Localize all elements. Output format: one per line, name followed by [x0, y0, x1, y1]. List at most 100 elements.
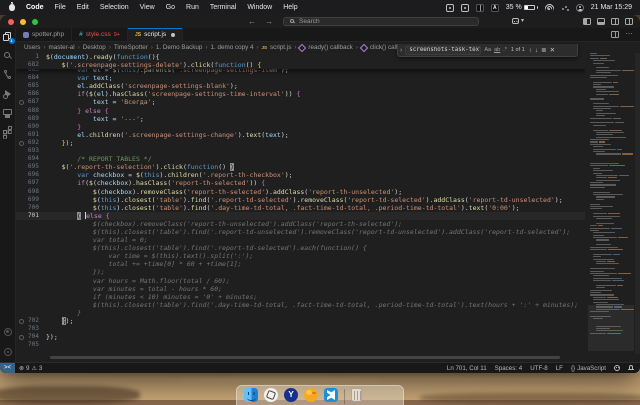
code-line[interactable]: var hours = Math.floor(total / 60); — [16, 277, 585, 285]
code-line[interactable]: 704}); — [16, 333, 585, 341]
menu-item-help[interactable]: Help — [283, 4, 297, 11]
close-window-button[interactable] — [8, 19, 14, 25]
cursor-position[interactable]: Ln 701, Col 11 — [443, 365, 491, 372]
code-line[interactable]: 697if($(checkbox).hasClass('report-th-se… — [16, 179, 585, 187]
code-line[interactable]: total += +time[0] * 60 + +time[1]; — [16, 260, 585, 268]
find-in-selection-button[interactable]: ≣ — [541, 45, 546, 56]
breadcrumb-item[interactable]: TimeSpotter — [114, 44, 148, 51]
code-line[interactable]: 692}); — [16, 139, 585, 147]
language-mode[interactable]: {} JavaScript — [567, 365, 610, 372]
code-line[interactable]: 701} else { — [16, 212, 585, 220]
maximize-window-button[interactable] — [32, 19, 38, 25]
code-line[interactable]: 688} else { — [16, 107, 585, 115]
code-line[interactable]: 684var text; — [16, 74, 585, 82]
split-editor-button[interactable] — [611, 31, 619, 38]
expand-replace-chevron[interactable]: › — [400, 45, 402, 56]
menu-item-view[interactable]: View — [140, 4, 155, 11]
remote-indicator[interactable]: >< — [0, 363, 15, 373]
breadcrumb-item[interactable]: Desktop — [83, 44, 106, 51]
breadcrumb-item[interactable]: 1. Demo Backup — [156, 44, 203, 51]
settings-gear-icon[interactable] — [3, 347, 13, 357]
code-line[interactable]: 705 — [16, 341, 585, 349]
code-line[interactable]: $(this).closest('table').find('.report-t… — [16, 244, 585, 252]
code-line[interactable]: 685el.addClass('screenpage-settings-blan… — [16, 82, 585, 90]
breadcrumb-item[interactable]: master-al — [48, 44, 74, 51]
app-menu-code[interactable]: Code — [26, 4, 44, 11]
code-line[interactable]: 689text = '---'; — [16, 115, 585, 123]
regex-toggle[interactable]: .* — [503, 47, 507, 53]
code-line[interactable]: 702}); — [16, 317, 585, 325]
command-center-search[interactable]: Search — [283, 17, 479, 26]
find-previous-button[interactable]: ↑ — [529, 45, 532, 56]
code-line[interactable]: 691el.children('.screenpage-settings-cha… — [16, 131, 585, 139]
customize-layout-button[interactable] — [625, 18, 633, 25]
menu-item-terminal[interactable]: Terminal — [210, 4, 236, 11]
editor-more-actions-button[interactable]: ⋯ — [626, 31, 634, 38]
code-line[interactable]: 682$('.screenpage-settings-delete').clic… — [16, 61, 585, 69]
code-line[interactable]: } — [16, 309, 585, 317]
code-line[interactable]: 695$('.report-th-selection').click(funct… — [16, 163, 585, 171]
stage-manager-icon[interactable] — [561, 4, 569, 11]
user-account-icon[interactable] — [576, 4, 584, 12]
close-find-button[interactable]: ✕ — [550, 45, 555, 56]
tab-spotter-php[interactable]: spotter.php — [16, 28, 72, 41]
sidebar-item-search[interactable] — [3, 51, 13, 61]
vertical-scrollbar[interactable] — [635, 53, 640, 354]
tray-app-icon[interactable] — [446, 4, 454, 12]
code-line[interactable]: var time = $(this).text().split(':'); — [16, 252, 585, 260]
code-editor[interactable]: 1$(document).ready(function(){682$('.scr… — [16, 53, 640, 362]
menu-item-selection[interactable]: Selection — [100, 4, 129, 11]
sidebar-item-explorer[interactable]: 1 — [3, 32, 13, 42]
menu-item-run[interactable]: Run — [186, 4, 199, 11]
breadcrumb-item[interactable]: Users — [24, 44, 40, 51]
breadcrumb-item[interactable]: ready() callback — [308, 44, 352, 51]
menu-item-window[interactable]: Window — [247, 4, 272, 11]
match-case-toggle[interactable]: Aa — [484, 47, 491, 53]
encoding-setting[interactable]: UTF-8 — [526, 365, 552, 372]
breadcrumb-item[interactable]: 1. demo copy 4 — [210, 44, 253, 51]
code-line[interactable]: $(checkbox).removeClass('report-th-unsel… — [16, 220, 585, 228]
eol-setting[interactable]: LF — [552, 365, 567, 372]
tab-script-js[interactable]: JS script.js — [128, 28, 183, 41]
sidebar-item-run-debug[interactable] — [3, 89, 13, 99]
menu-item-edit[interactable]: Edit — [77, 4, 89, 11]
code-line[interactable]: 693 — [16, 147, 585, 155]
display-tray-icon[interactable] — [476, 4, 484, 12]
code-line[interactable]: 694/* REPORT TABLES */ — [16, 155, 585, 163]
code-line[interactable]: var total = 0; — [16, 236, 585, 244]
code-line[interactable]: $(this).closest('table').find('.report-t… — [16, 228, 585, 236]
sidebar-item-source-control[interactable] — [3, 70, 13, 80]
copilot-menu[interactable]: ▾ — [512, 18, 524, 24]
code-line[interactable]: $(this).closest('table').find('.day-time… — [16, 301, 585, 309]
code-line[interactable]: var minutes = total - hours * 60; — [16, 285, 585, 293]
indentation-setting[interactable]: Spaces: 4 — [491, 365, 527, 372]
minimize-window-button[interactable] — [20, 19, 26, 25]
sidebar-item-extensions[interactable] — [3, 127, 13, 137]
toggle-secondary-sidebar-button[interactable] — [611, 18, 619, 25]
nav-forward-button[interactable]: → — [265, 15, 273, 28]
find-input[interactable]: screenshots-task-text — [405, 46, 481, 55]
toggle-primary-sidebar-button[interactable] — [583, 18, 591, 25]
code-line[interactable]: 690} — [16, 123, 585, 131]
breadcrumb-item[interactable]: script.js — [270, 44, 291, 51]
notifications-bell-icon[interactable] — [624, 365, 640, 371]
apple-menu-icon[interactable] — [9, 4, 15, 11]
code-line[interactable]: 686if($(el).hasClass('screenpage-setting… — [16, 90, 585, 98]
tab-style-css[interactable]: # style.css 9+ — [72, 28, 128, 41]
tray-app-icon[interactable] — [461, 4, 469, 12]
code-line[interactable]: 687text = 'Всегда'; — [16, 98, 585, 106]
horizontal-scrollbar[interactable] — [50, 356, 560, 359]
code-line[interactable]: }); — [16, 268, 585, 276]
minimap[interactable] — [588, 53, 634, 354]
problems-indicator[interactable]: ⊗ 9 ⚠ 3 — [15, 365, 46, 372]
menu-bar-clock[interactable]: 21 Mar 15:29 — [591, 4, 632, 11]
input-source-icon[interactable]: A — [491, 4, 499, 12]
code-line[interactable]: 703 — [16, 325, 585, 333]
code-line[interactable]: 696var checkbox = $(this).children('.rep… — [16, 171, 585, 179]
menu-item-file[interactable]: File — [55, 4, 66, 11]
code-line[interactable]: 700$(this).closest('table').find('.day-t… — [16, 204, 585, 212]
accounts-icon[interactable] — [3, 328, 13, 338]
feedback-smiley-icon[interactable] — [610, 365, 624, 371]
code-line[interactable]: 698$(checkbox).removeClass('report-th-se… — [16, 188, 585, 196]
code-line[interactable]: 699$(this).closest('table').find('.repor… — [16, 196, 585, 204]
